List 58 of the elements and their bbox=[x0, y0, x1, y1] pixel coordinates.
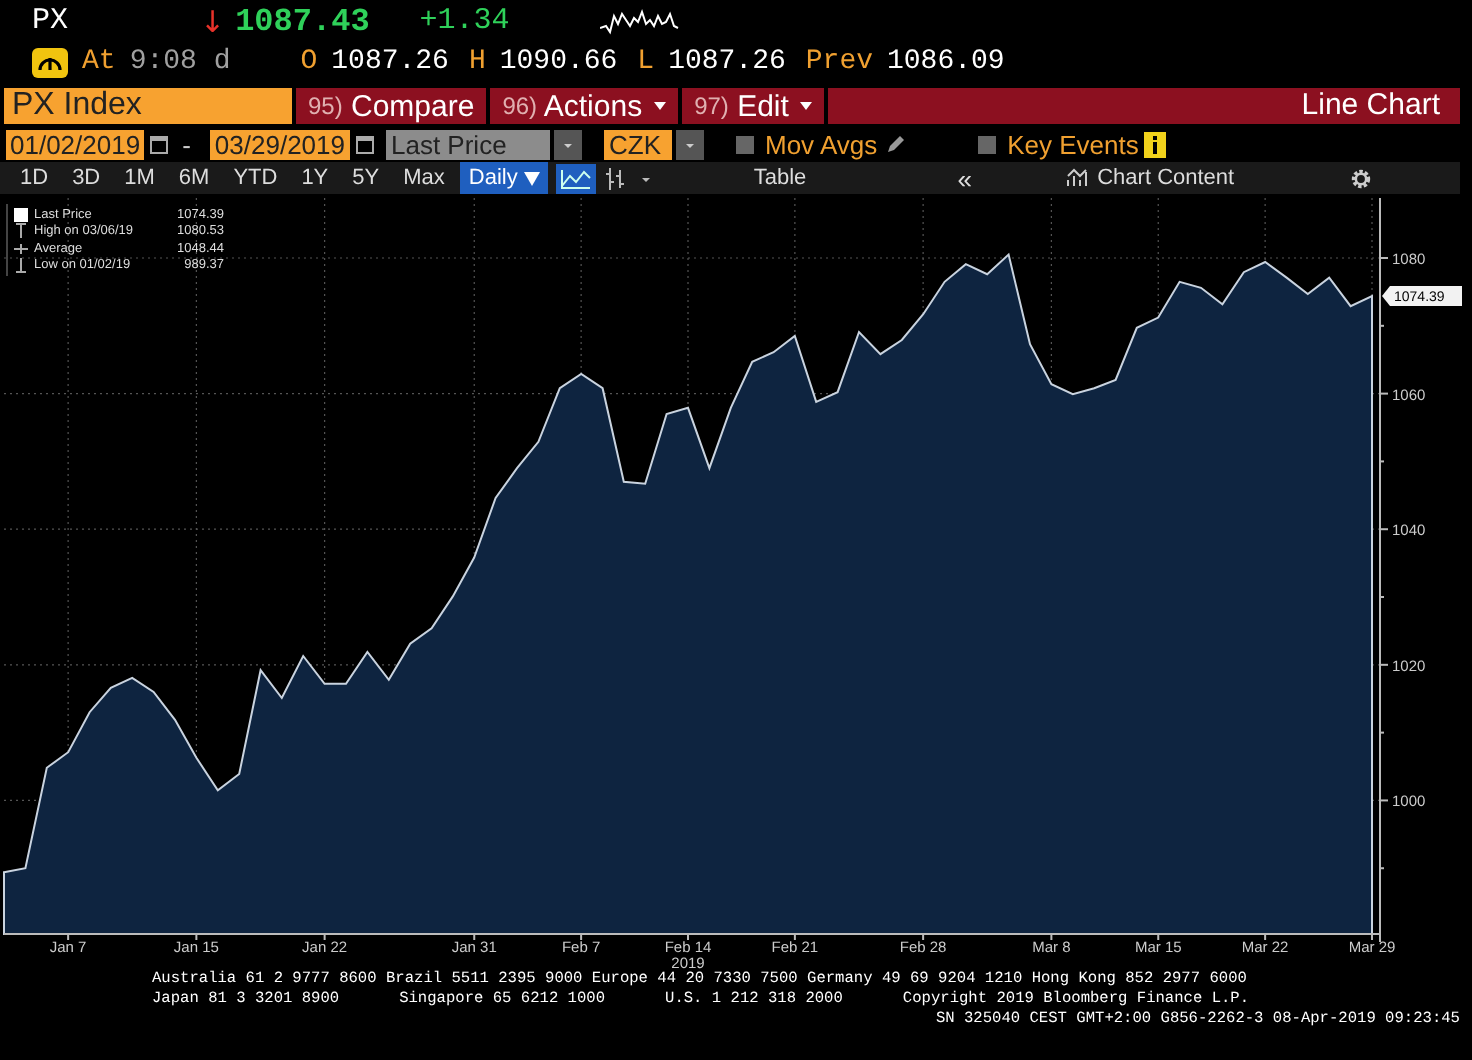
option-label: Key Events bbox=[1007, 129, 1139, 159]
square-icon bbox=[12, 205, 30, 224]
checkbox[interactable] bbox=[977, 135, 996, 153]
marker-icon bbox=[12, 222, 30, 241]
table-button[interactable]: Table bbox=[739, 162, 930, 194]
line-chart-icon[interactable] bbox=[555, 163, 596, 193]
calendar-icon[interactable] bbox=[355, 134, 373, 154]
low-label: L bbox=[637, 46, 655, 78]
option-label: Mov Avgs bbox=[765, 129, 878, 159]
info-icon[interactable] bbox=[1144, 131, 1167, 157]
caret-icon bbox=[800, 102, 813, 110]
period-button[interactable]: YTD bbox=[221, 162, 290, 194]
high-label: H bbox=[468, 46, 486, 78]
period-button[interactable]: 1D bbox=[8, 162, 61, 194]
checkbox[interactable] bbox=[735, 135, 753, 153]
quote-time: 9:08 d bbox=[129, 46, 231, 78]
chart-type-title: Line Chart bbox=[828, 88, 1460, 124]
collapse-button[interactable]: « bbox=[929, 162, 1000, 194]
pencil-icon[interactable] bbox=[885, 134, 906, 154]
time-label: At bbox=[82, 46, 116, 78]
period-button[interactable]: 5Y bbox=[340, 162, 392, 194]
change-arrow: ↓ bbox=[200, 3, 226, 39]
start-date-field[interactable]: 01/02/2019 bbox=[6, 129, 145, 159]
caret-icon[interactable] bbox=[553, 129, 581, 159]
open-label: O bbox=[300, 46, 318, 78]
caret-icon bbox=[523, 171, 540, 185]
caret-icon[interactable] bbox=[675, 129, 703, 159]
bar-chart-icon[interactable] bbox=[603, 163, 628, 193]
period-button[interactable]: 6M bbox=[166, 162, 222, 194]
price-change: +1.34 bbox=[419, 4, 510, 38]
period-button[interactable]: 1M bbox=[112, 162, 167, 194]
menu-button[interactable]: 95) Compare bbox=[296, 88, 487, 124]
last-price: 1087.43 bbox=[235, 3, 370, 39]
open-value: 1087.26 bbox=[331, 46, 449, 78]
currency-dropdown[interactable]: CZK bbox=[603, 129, 671, 159]
chart-content-button[interactable]: Chart Content bbox=[999, 162, 1300, 194]
ticker: PX bbox=[32, 4, 71, 38]
security-field[interactable]: PX Index bbox=[4, 88, 292, 124]
high-value: 1090.66 bbox=[499, 46, 618, 78]
end-date-field[interactable]: 03/29/2019 bbox=[210, 129, 349, 159]
caret-icon bbox=[654, 102, 667, 110]
period-button[interactable]: 3D bbox=[60, 162, 113, 194]
interval-dropdown[interactable]: Daily bbox=[460, 162, 548, 194]
marker-icon bbox=[12, 256, 30, 275]
chart-icon bbox=[1065, 168, 1090, 188]
menu-button[interactable]: 96) Actions bbox=[490, 88, 679, 124]
date-separator: - bbox=[182, 129, 191, 159]
prev-label: Prev bbox=[805, 46, 873, 78]
field-dropdown[interactable]: Last Price bbox=[385, 129, 549, 159]
marker-icon bbox=[12, 239, 30, 258]
period-button[interactable]: Max bbox=[391, 162, 457, 194]
calendar-icon[interactable] bbox=[150, 134, 169, 154]
period-button[interactable]: 1Y bbox=[289, 162, 341, 194]
settings-icon[interactable] bbox=[1349, 167, 1372, 189]
low-value: 1087.26 bbox=[668, 46, 786, 78]
menu-button[interactable]: 97) Edit bbox=[682, 88, 825, 124]
gauge-icon bbox=[32, 47, 68, 77]
prev-value: 1086.09 bbox=[887, 46, 1005, 78]
